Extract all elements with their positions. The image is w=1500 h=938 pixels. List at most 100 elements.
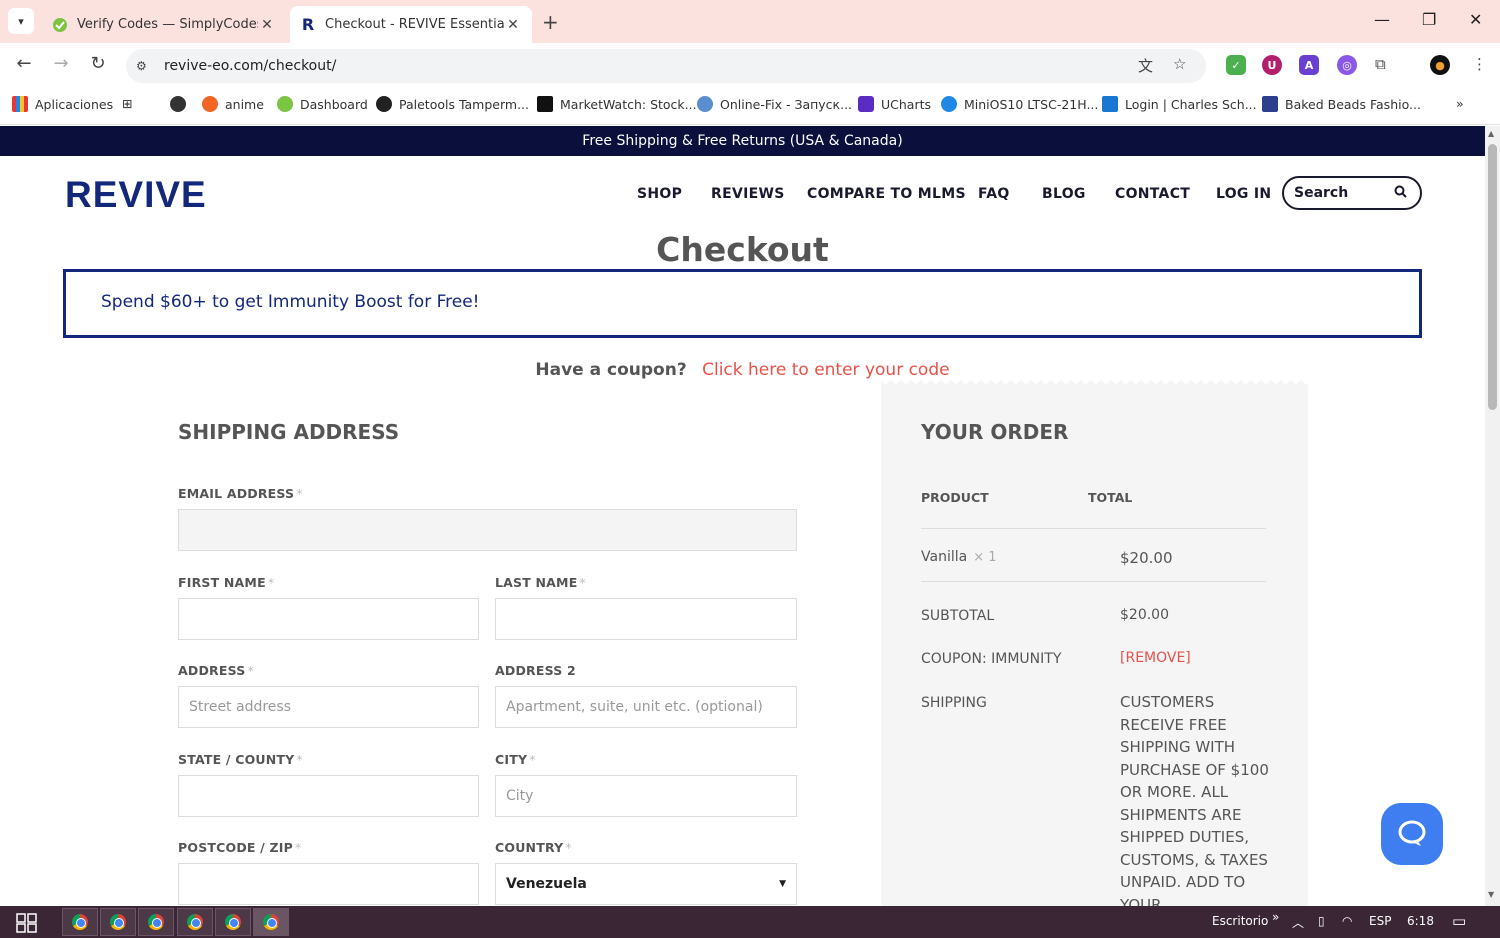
nav-compare-to-mlms[interactable]: COMPARE TO MLMS <box>807 186 966 202</box>
taskbar-chrome[interactable] <box>177 908 213 936</box>
bookmark-paletools[interactable]: Paletools Tamperm... <box>376 96 529 112</box>
bookmark-anime[interactable]: anime <box>202 96 264 112</box>
more-menu-icon[interactable]: ⋮ <box>1472 55 1487 73</box>
divider <box>921 581 1266 582</box>
promo-banner: Free Shipping & Free Returns (USA & Cana… <box>0 126 1485 156</box>
profile-avatar[interactable]: ● <box>1430 55 1450 75</box>
start-grid-icon[interactable] <box>16 913 38 937</box>
tab-checkout[interactable]: R Checkout - REVIVE Essential Oils ✕ <box>290 6 532 43</box>
extensions-puzzle-icon[interactable]: ⧉ <box>1375 55 1386 73</box>
close-icon[interactable]: ✕ <box>504 17 522 33</box>
extension-icon[interactable]: ◎ <box>1337 55 1357 75</box>
email-field[interactable] <box>178 509 797 551</box>
restore-button[interactable]: ❐ <box>1422 10 1436 29</box>
search-icon[interactable] <box>1390 185 1410 202</box>
address-bar[interactable]: ⚙ revive-eo.com/checkout/ <box>126 49 1206 83</box>
bookmark-apps[interactable]: Aplicaciones <box>12 96 113 112</box>
taskbar-chrome[interactable] <box>100 908 136 936</box>
taskbar-chrome[interactable] <box>138 908 174 936</box>
chrome-icon <box>263 914 279 930</box>
country-select[interactable]: Venezuela ▼ <box>495 863 797 905</box>
baked-beads-icon <box>1262 96 1278 112</box>
tray-chevron-up-icon[interactable]: ︿ <box>1292 914 1304 931</box>
coupon-prompt: Have a coupon? Click here to enter your … <box>0 360 1485 380</box>
site-logo[interactable]: REVIVE <box>65 174 207 216</box>
country-label: COUNTRY * <box>495 840 572 855</box>
country-value: Venezuela <box>506 876 587 892</box>
forward-button[interactable]: → <box>49 53 73 74</box>
address-field[interactable] <box>178 686 479 728</box>
page-scrollbar[interactable]: ▲ ▼ <box>1485 126 1500 906</box>
bookmark-ucharts[interactable]: UCharts <box>858 96 931 112</box>
bookmark-star-icon[interactable]: ☆ <box>1173 55 1186 73</box>
tab-verify-codes[interactable]: Verify Codes — SimplyCodes ✕ <box>42 6 286 43</box>
tab-groups-icon[interactable]: ⊞ <box>122 96 132 111</box>
city-field[interactable] <box>495 775 797 817</box>
bookmark-minios[interactable]: MiniOS10 LTSC-21H... <box>941 96 1098 112</box>
close-icon[interactable]: ✕ <box>258 17 276 33</box>
desktop-toolbar-label[interactable]: Escritorio <box>1212 914 1268 928</box>
nav-reviews[interactable]: REVIEWS <box>711 186 785 202</box>
tab-search-button[interactable]: ▾ <box>8 8 34 34</box>
extension-icon[interactable]: ✓ <box>1226 55 1246 75</box>
online-fix-icon <box>697 96 713 112</box>
search-input[interactable] <box>1294 185 1390 201</box>
bookmark-baked-beads[interactable]: Baked Beads Fashio... <box>1262 96 1421 112</box>
taskbar-chrome[interactable] <box>62 908 98 936</box>
chrome-icon <box>225 914 241 930</box>
bookmark-marketwatch[interactable]: MarketWatch: Stock... <box>537 96 697 112</box>
wifi-icon[interactable]: ◠ <box>1342 914 1352 928</box>
first-name-field[interactable] <box>178 598 479 640</box>
nav-faq[interactable]: FAQ <box>978 186 1010 202</box>
state-field[interactable] <box>178 775 479 817</box>
nav-shop[interactable]: SHOP <box>637 186 682 202</box>
site-info-icon[interactable]: ⚙ <box>136 59 158 73</box>
address2-field[interactable] <box>495 686 797 728</box>
bookmarks-overflow-icon[interactable]: » <box>1456 96 1464 111</box>
bookmark-charles-schwab[interactable]: Login | Charles Sch... <box>1102 96 1257 112</box>
usb-device-icon[interactable]: ▯ <box>1318 914 1325 928</box>
double-chevron-icon[interactable]: » <box>1272 910 1279 924</box>
ucharts-icon <box>858 96 874 112</box>
nav-blog[interactable]: BLOG <box>1042 186 1086 202</box>
reload-button[interactable]: ↻ <box>86 53 110 74</box>
simplycodes-favicon-icon <box>52 17 68 33</box>
nav-contact[interactable]: CONTACT <box>1115 186 1190 202</box>
address-label: ADDRESS * <box>178 663 254 678</box>
bookmark-dashboard[interactable]: Dashboard <box>277 96 368 112</box>
coupon-link[interactable]: Click here to enter your code <box>702 360 949 380</box>
close-window-button[interactable]: ✕ <box>1469 10 1482 29</box>
marketwatch-icon <box>537 96 553 112</box>
browser-toolbar: ← → ↻ ⚙ revive-eo.com/checkout/ 文 ☆ ✓ U … <box>0 43 1500 87</box>
caret-down-icon: ▼ <box>779 879 786 889</box>
clock[interactable]: 6:18 <box>1407 914 1434 928</box>
extension-icon[interactable]: U <box>1262 55 1282 75</box>
chat-bubble-icon <box>1398 820 1426 846</box>
bookmark-online-fix[interactable]: Online-Fix - Запуск... <box>697 96 852 112</box>
minimize-button[interactable]: — <box>1374 10 1390 29</box>
translate-icon[interactable]: 文 <box>1138 55 1153 76</box>
scroll-up-icon[interactable]: ▲ <box>1488 129 1494 138</box>
page-title: Checkout <box>656 230 829 269</box>
taskbar-chrome[interactable] <box>215 908 251 936</box>
state-label: STATE / COUNTY * <box>178 752 303 767</box>
divider <box>921 528 1266 529</box>
notifications-icon[interactable]: ▭ <box>1452 912 1466 930</box>
last-name-label: LAST NAME * <box>495 575 586 590</box>
new-tab-button[interactable]: + <box>542 10 559 34</box>
crunchyroll-icon <box>202 96 218 112</box>
chrome-icon <box>72 914 88 930</box>
scroll-thumb[interactable] <box>1488 144 1497 410</box>
extension-icon[interactable]: A <box>1299 55 1319 75</box>
coupon-remove-link[interactable]: [REMOVE] <box>1120 650 1191 666</box>
nav-log-in[interactable]: LOG IN <box>1216 186 1271 202</box>
last-name-field[interactable] <box>495 598 797 640</box>
bookmark-globe[interactable] <box>170 96 193 112</box>
postcode-field[interactable] <box>178 863 479 905</box>
back-button[interactable]: ← <box>12 53 36 74</box>
scroll-down-icon[interactable]: ▼ <box>1488 890 1494 899</box>
taskbar-chrome-active[interactable] <box>253 908 289 936</box>
order-item-qty: × 1 <box>973 550 997 565</box>
language-indicator[interactable]: ESP <box>1369 914 1391 928</box>
help-chat-button[interactable] <box>1381 803 1443 865</box>
